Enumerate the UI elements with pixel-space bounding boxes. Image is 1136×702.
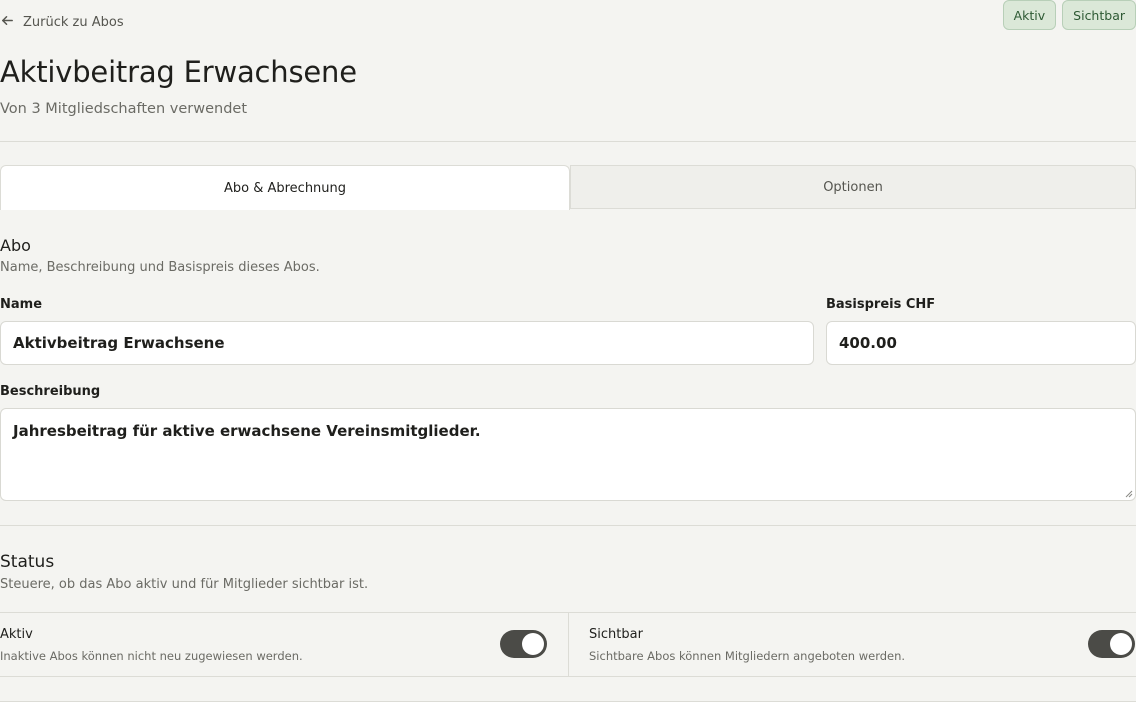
active-setting: Aktiv Inaktive Abos können nicht neu zug… [0,613,569,676]
status-badges: Aktiv Sichtbar [1002,0,1136,30]
visible-toggle[interactable] [1088,630,1135,658]
tab-optionen[interactable]: Optionen [570,165,1136,209]
resize-grip-icon[interactable] [1124,489,1133,498]
abo-section-title: Abo [0,236,31,255]
abo-section-description: Name, Beschreibung und Basispreis dieses… [0,260,320,275]
active-setting-help: Inaktive Abos können nicht neu zugewiese… [0,649,303,663]
tab-bar: Abo & Abrechnung Optionen [0,165,1136,210]
page-subtitle: Von 3 Mitgliedschaften verwendet [0,101,248,117]
price-input[interactable]: 400.00 [826,321,1136,365]
header-divider [0,141,1136,142]
tab-abo-abrechnung[interactable]: Abo & Abrechnung [0,165,570,210]
back-to-subscriptions-link[interactable]: Zurück zu Abos [0,12,124,32]
status-badge-visible: Sichtbar [1062,0,1136,30]
active-toggle[interactable] [500,630,547,658]
visible-setting-help: Sichtbare Abos können Mitgliedern angebo… [589,649,906,663]
description-textarea[interactable]: Jahresbeitrag für aktive erwachsene Vere… [0,408,1136,501]
status-toggles: Aktiv Inaktive Abos können nicht neu zug… [0,612,1136,677]
description-label: Beschreibung [0,384,101,399]
status-section-description: Steuere, ob das Abo aktiv und für Mitgli… [0,577,369,592]
name-input[interactable]: Aktivbeitrag Erwachsene [0,321,814,365]
status-section-title: Status [0,552,55,572]
subscription-detail-page: Zurück zu Abos Aktiv Sichtbar Aktivbeitr… [0,0,1136,702]
status-badge-active: Aktiv [1002,0,1057,30]
toggle-knob [1110,633,1132,655]
section-divider [0,525,1136,526]
description-text: Jahresbeitrag für aktive erwachsene Vere… [13,422,481,440]
page-title: Aktivbeitrag Erwachsene [0,55,357,89]
toggle-knob [522,633,544,655]
price-label: Basispreis CHF [826,297,936,312]
arrow-left-icon [0,13,15,32]
active-setting-label: Aktiv [0,627,33,642]
back-link-label: Zurück zu Abos [23,14,124,30]
visible-setting: Sichtbar Sichtbare Abos können Mitgliede… [569,613,1136,676]
visible-setting-label: Sichtbar [589,627,643,642]
name-label: Name [0,297,43,312]
